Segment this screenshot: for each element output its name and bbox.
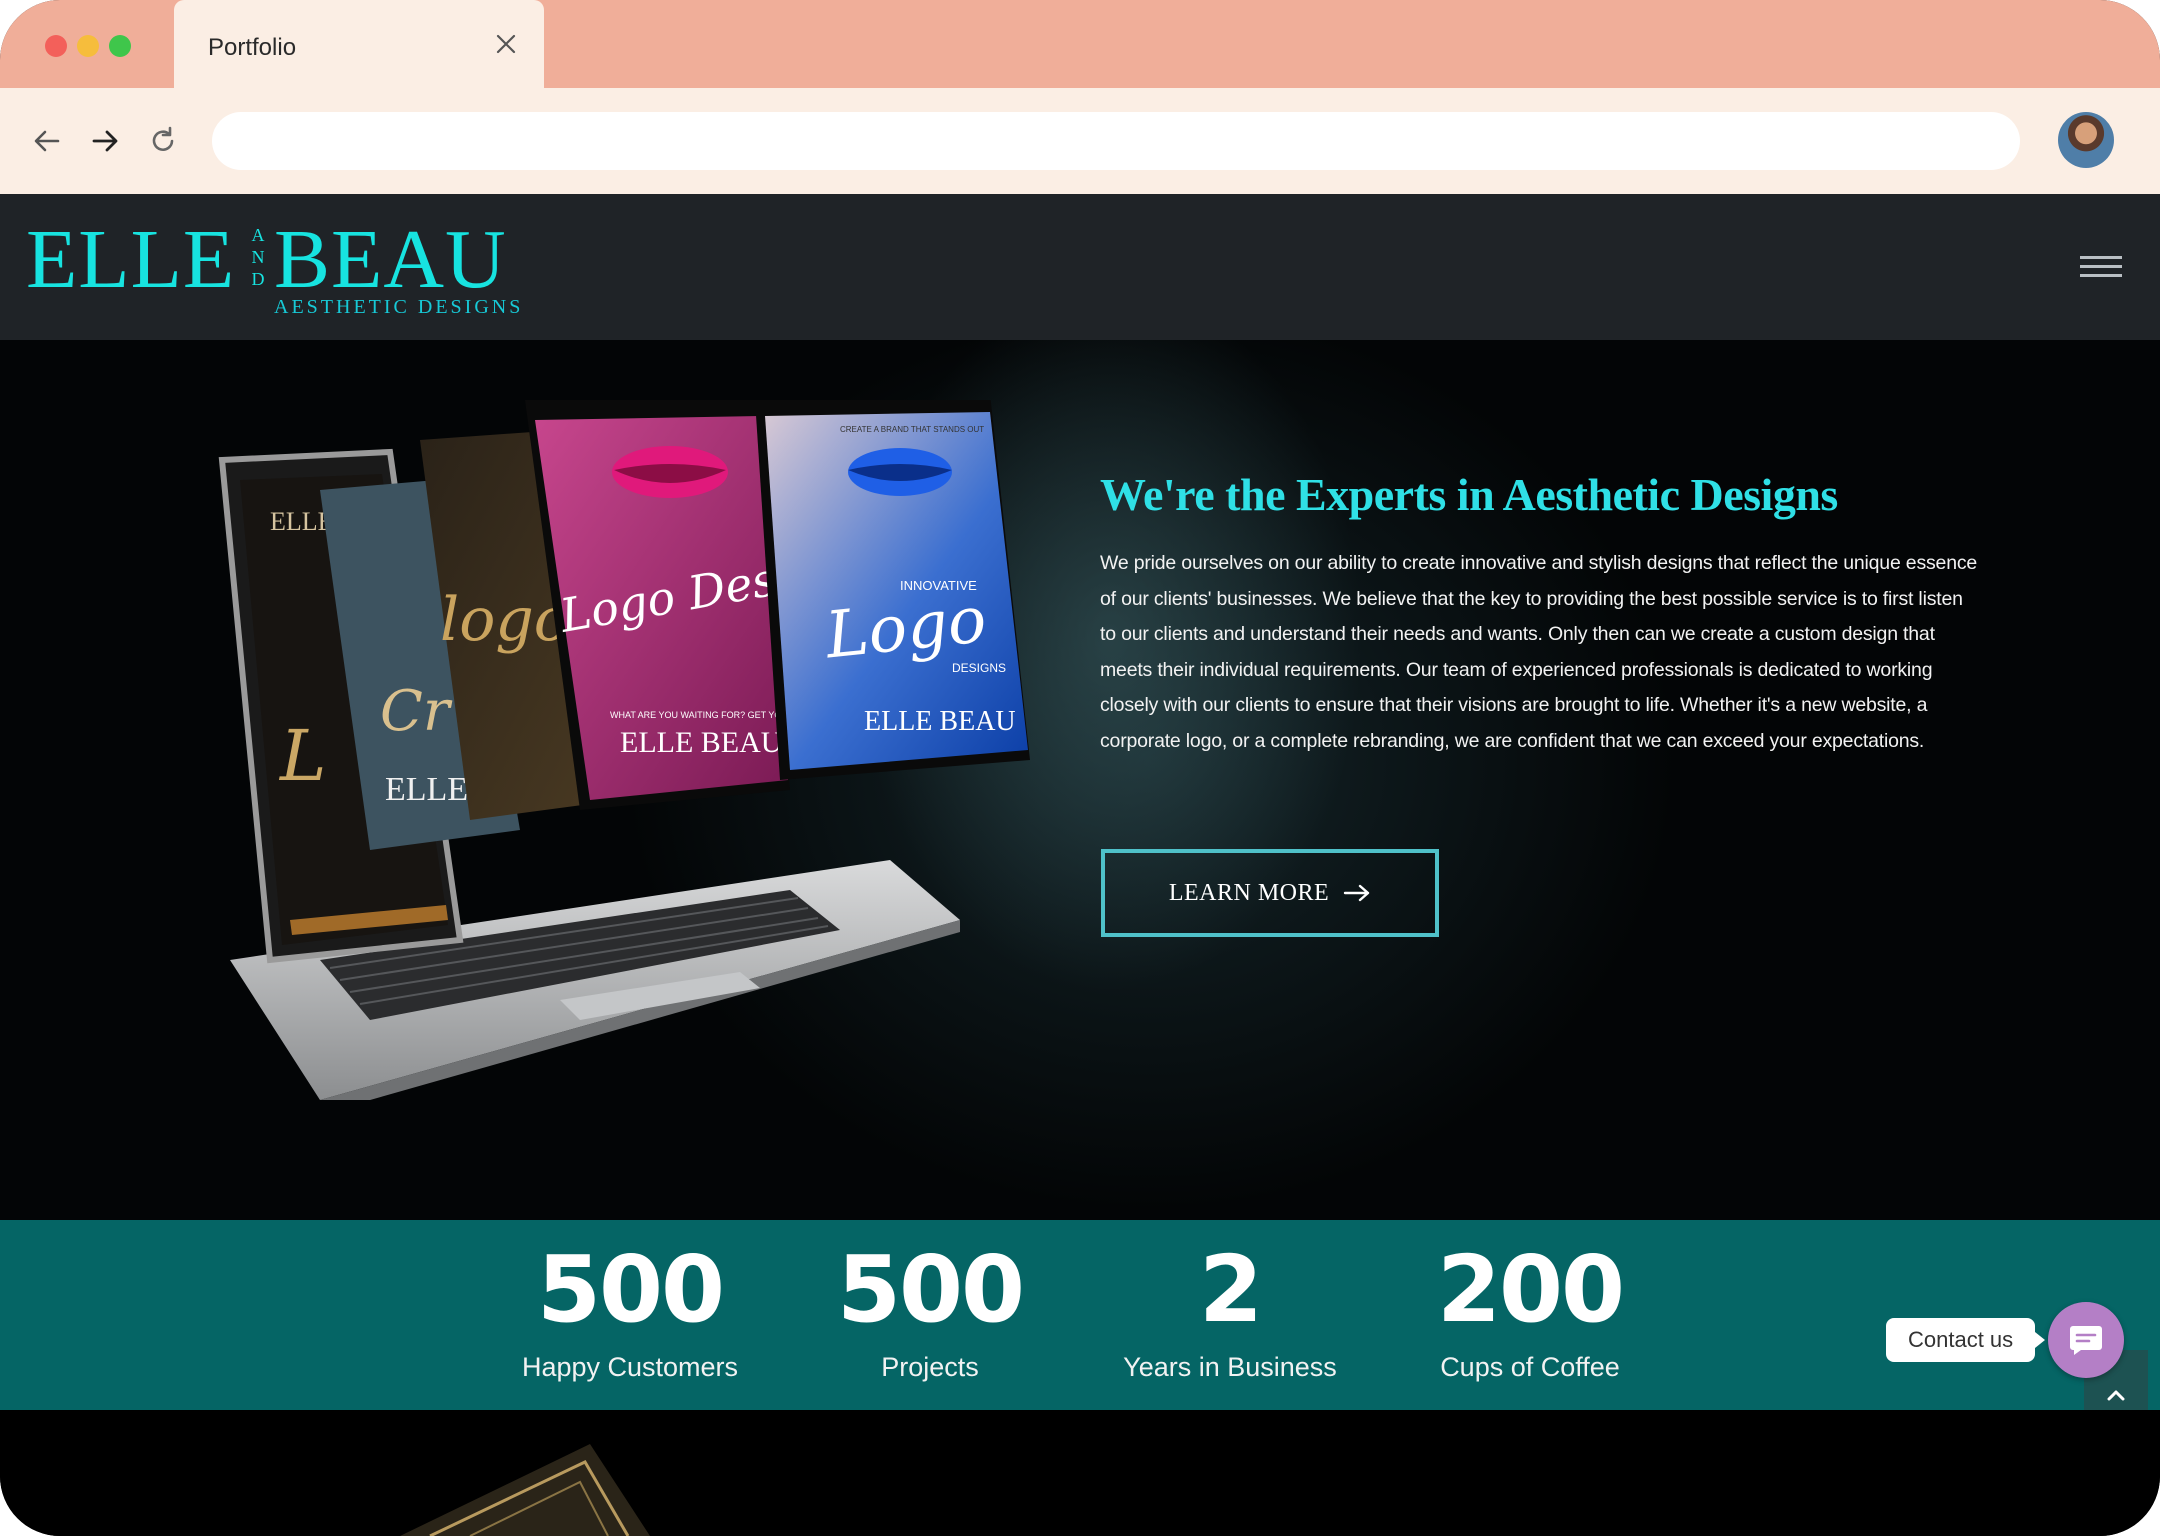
hero-title: We're the Experts in Aesthetic Designs [1100,469,1838,520]
stat-value: 200 [1436,1236,1625,1343]
stat-happy-customers: 500 Happy Customers [480,1240,780,1383]
browser-toolbar [0,88,2160,194]
stat-label: Cups of Coffee [1440,1352,1620,1382]
stat-projects: 500 Projects [780,1240,1080,1383]
arrow-left-icon[interactable] [30,124,64,158]
card1-brand-text: ELLE BEAU [620,726,783,759]
logo-subtitle: AESTHETIC DESIGNS [274,296,524,318]
stat-label: Years in Business [1123,1352,1337,1382]
site-header: ELLE A N D BEAU AESTHETIC DESIGNS [0,194,2160,340]
stat-label: Happy Customers [521,1352,739,1382]
arrow-right-icon[interactable] [88,124,122,158]
chat-icon [2070,1326,2102,1355]
site-logo[interactable]: ELLE A N D BEAU AESTHETIC DESIGNS [26,213,520,319]
card4-script-text: Cr [380,679,453,744]
chevron-up-icon [2107,1390,2125,1401]
stat-label: Projects [881,1352,979,1382]
screen-script-text: L [278,715,326,797]
address-bar[interactable] [212,112,2020,170]
card2-sub-text: DESIGNS [952,661,1006,675]
learn-more-button[interactable]: LEARN MORE [1101,849,1439,937]
tab-portfolio[interactable]: Portfolio [174,0,544,88]
logo-beau: BEAU [274,213,507,306]
portfolio-preview-image [400,1444,650,1536]
learn-more-label: LEARN MORE [1168,879,1330,906]
stat-years-in-business: 2 Years in Business [1080,1240,1380,1383]
portfolio-preview-strip [0,1410,2160,1536]
card3-script-text: logo [440,585,570,655]
maximize-window-button[interactable] [109,35,131,57]
stat-cups-of-coffee: 200 Cups of Coffee [1380,1240,1680,1383]
logo-elle: ELLE [26,213,236,306]
contact-us-label[interactable]: Contact us [1886,1318,2046,1362]
close-icon[interactable] [494,32,518,56]
logo-and: A N D [251,225,265,289]
stats-section: 500 Happy Customers 500 Projects 2 Years… [0,1220,2160,1410]
minimize-window-button[interactable] [77,35,99,57]
hero-section: ELLE L ELLE Cr logo Logo Design WHAT ARE… [0,340,2160,1220]
reload-icon[interactable] [146,124,180,158]
stat-value: 500 [536,1236,725,1343]
laptop-mockup-image: ELLE L ELLE Cr logo Logo Design WHAT ARE… [218,400,1030,1100]
avatar[interactable] [2058,112,2114,168]
card4-brand-text: ELLE [385,771,468,808]
stat-value: 500 [836,1236,1025,1343]
tab-title: Portfolio [208,34,297,61]
tab-bar: Portfolio [0,0,2160,88]
card2-brand-text: ELLE BEAU [864,706,1016,737]
stat-value: 2 [1198,1236,1263,1343]
browser-window: Portfolio ELLE A N D BEAU AESTHETIC DESI… [0,0,2160,1536]
close-window-button[interactable] [45,35,67,57]
hero-body-text: We pride ourselves on our ability to cre… [1100,552,1978,752]
card2-kicker-text: CREATE A BRAND THAT STANDS OUT [840,425,984,434]
arrow-right-icon [1343,884,1370,902]
hamburger-icon[interactable] [2080,256,2122,280]
contact-us-button[interactable] [2048,1302,2124,1378]
